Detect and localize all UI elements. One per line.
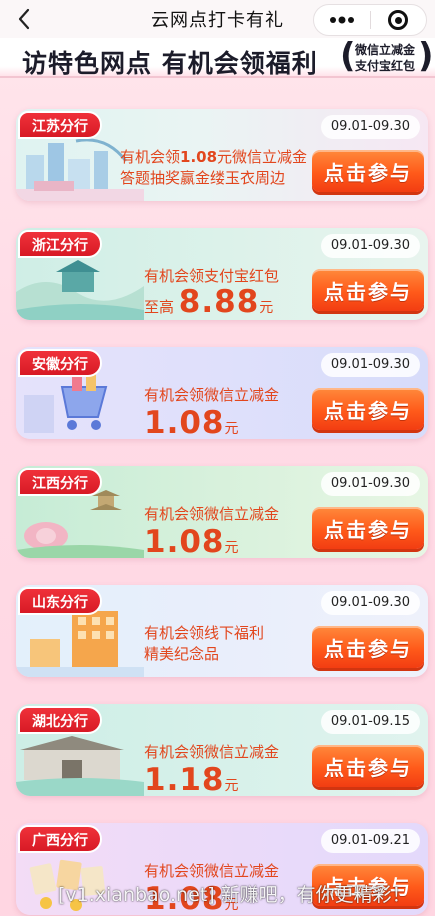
lotus-pagoda-illustration — [16, 490, 144, 558]
promo-line2: 1.08元 — [144, 406, 279, 439]
banner-subtitle: 微信立减金 支付宝红包 — [352, 42, 418, 74]
promo-line2: 1.18元 — [144, 763, 279, 796]
date-range: 09.01-09.30 — [320, 472, 420, 496]
nav-bar: 云网点打卡有礼 — [0, 0, 435, 38]
participate-button[interactable]: 点击参与 — [312, 745, 424, 787]
promo-amount: 8.88 — [178, 284, 260, 320]
branch-tag: 湖北分行 — [18, 706, 102, 734]
branch-card-anhui[interactable]: 安徽分行 09.01-09.30 有机会领微信立减金 1.08元 点击参与 — [16, 347, 428, 439]
promo-unit: 元 — [224, 540, 239, 556]
promo-line1: 有机会领线下福利 — [144, 624, 265, 642]
pavilion-illustration — [16, 260, 144, 320]
more-icon[interactable] — [314, 5, 370, 35]
date-range: 09.01-09.21 — [320, 829, 420, 853]
branch-card-jiangsu[interactable]: 江苏分行 09.01-09.30 有机会领1.08元微信立减金 答题抽奖赢金缕玉… — [16, 109, 428, 201]
promo-line1: 有机会领微信立减金 — [144, 386, 280, 404]
participate-button[interactable]: 点击参与 — [312, 269, 424, 311]
promo-text: 有机会领微信立减金 1.18元 — [144, 742, 279, 796]
promo-line2: 答题抽奖赢金缕玉衣周边 — [120, 169, 286, 187]
date-range: 09.01-09.30 — [320, 115, 420, 139]
watermark-text: [v1.xianbao.net] 新赚吧，有你更精彩！ — [58, 884, 411, 906]
date-range: 09.01-09.30 — [320, 353, 420, 377]
promo-text: 有机会领微信立减金 1.08元 — [144, 504, 279, 558]
promo-line2: 精美纪念品 — [144, 645, 220, 663]
branch-tag: 广西分行 — [18, 825, 102, 853]
promo-unit: 元 — [224, 778, 239, 794]
branch-tag: 江苏分行 — [18, 111, 102, 139]
promo-text: 有机会领1.08元微信立减金 答题抽奖赢金缕玉衣周边 — [120, 147, 307, 189]
promo-line2: 至高 8.88元 — [144, 287, 279, 320]
promo-line2: 1.08元 — [144, 525, 279, 558]
branch-card-hubei[interactable]: 湖北分行 09.01-09.15 有机会领微信立减金 1.18元 点击参与 — [16, 704, 428, 796]
page-title: 云网点打卡有礼 — [151, 10, 284, 31]
date-range: 09.01-09.15 — [320, 710, 420, 734]
banner-subtitle-line1: 微信立减金 — [354, 43, 415, 57]
header-banner: 访特色网点 有机会领福利 ( 微信立减金 支付宝红包 ) — [0, 38, 435, 78]
promo-line1: 有机会领微信立减金 — [144, 862, 280, 880]
promo-unit: 元 — [259, 300, 274, 316]
participate-button[interactable]: 点击参与 — [312, 626, 424, 668]
branch-tag: 山东分行 — [18, 587, 102, 615]
promo-unit: 元 — [224, 421, 239, 437]
participate-button[interactable]: 点击参与 — [312, 507, 424, 549]
promo-amount: 1.08 — [180, 148, 218, 166]
promo-text: 有机会领线下福利 精美纪念品 — [144, 623, 264, 665]
promo-amount: 1.08 — [144, 524, 225, 558]
branch-card-jiangxi[interactable]: 江西分行 09.01-09.30 有机会领微信立减金 1.08元 点击参与 — [16, 466, 428, 558]
promo-line1: 有机会领1.08元微信立减金 — [120, 147, 307, 168]
branch-tag: 江西分行 — [18, 468, 102, 496]
participate-button[interactable]: 点击参与 — [312, 388, 424, 430]
historic-gate-illustration — [16, 736, 144, 796]
promo-amount: 1.18 — [144, 762, 225, 796]
promo-prefix: 至高 — [144, 298, 175, 316]
mini-program-capsule — [313, 4, 427, 36]
back-icon[interactable] — [12, 6, 36, 32]
promo-amount: 1.08 — [144, 405, 225, 439]
promo-text: 有机会领支付宝红包 至高 8.88元 — [144, 266, 279, 320]
promo-line1: 有机会领微信立减金 — [144, 505, 280, 523]
date-range: 09.01-09.30 — [320, 591, 420, 615]
banner-bracket-close: ) — [418, 36, 434, 76]
promo-line1: 有机会领微信立减金 — [144, 743, 280, 761]
participate-button[interactable]: 点击参与 — [312, 150, 424, 192]
branch-tag: 浙江分行 — [18, 230, 102, 258]
promo-text: 有机会领微信立减金 1.08元 — [144, 385, 279, 439]
close-icon[interactable] — [370, 5, 426, 35]
banner-subtitle-line2: 支付宝红包 — [354, 59, 415, 73]
promo-line1-suffix: 元微信立减金 — [217, 148, 308, 166]
bank-building-illustration — [16, 611, 144, 677]
date-range: 09.01-09.30 — [320, 234, 420, 258]
branch-tag: 安徽分行 — [18, 349, 102, 377]
branch-card-zhejiang[interactable]: 浙江分行 09.01-09.30 有机会领支付宝红包 至高 8.88元 点击参与 — [16, 228, 428, 320]
branch-card-shandong[interactable]: 山东分行 09.01-09.30 有机会领线下福利 精美纪念品 点击参与 — [16, 585, 428, 677]
shopping-cart-illustration — [24, 373, 108, 433]
promo-line1-prefix: 有机会领 — [120, 148, 181, 166]
banner-title: 访特色网点 有机会领福利 — [22, 49, 318, 78]
